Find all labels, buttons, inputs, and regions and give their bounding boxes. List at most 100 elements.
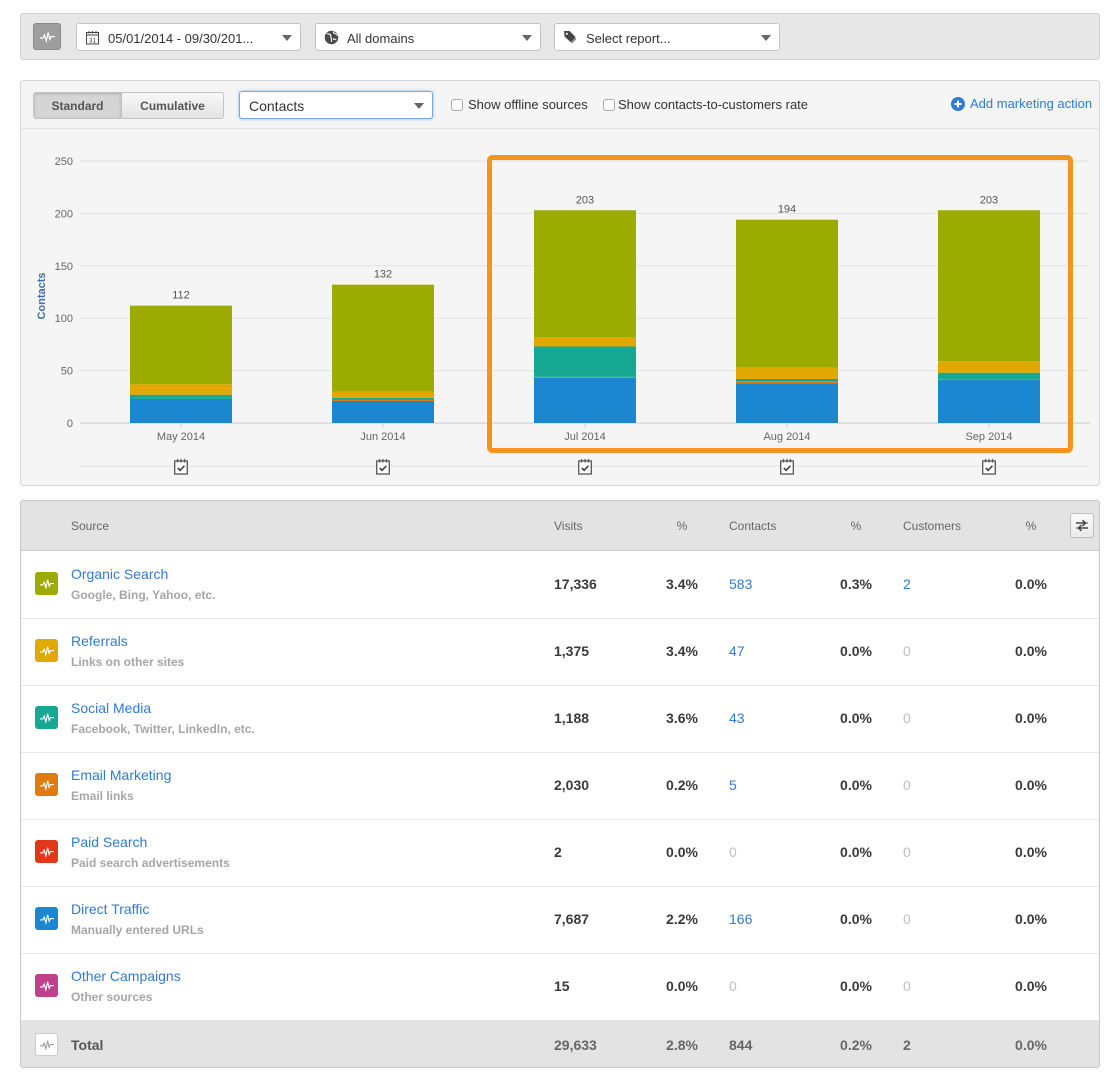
source-description: Manually entered URLs [71, 923, 204, 937]
pulse-icon [39, 31, 55, 43]
sources-report-button[interactable] [33, 23, 61, 50]
column-header-contacts[interactable]: Contacts [729, 519, 776, 533]
visits-pct-value: 0.0% [666, 978, 698, 994]
bar-segment-direct-traffic[interactable] [534, 377, 636, 423]
visits-value: 1,188 [554, 710, 590, 726]
bar-segment-social-media[interactable] [534, 346, 636, 377]
bar-segment-direct-traffic[interactable] [938, 380, 1040, 423]
contacts-value[interactable]: 43 [729, 710, 745, 726]
bar-stack-jul-2014[interactable] [534, 210, 636, 423]
source-name-link[interactable]: Direct Traffic [71, 901, 149, 917]
column-header-source[interactable]: Source [71, 519, 109, 533]
bar-segment-organic-search[interactable] [130, 305, 232, 385]
bar-segment-email-marketing[interactable] [736, 381, 838, 384]
bar-segment-social-media[interactable] [938, 372, 1040, 379]
report-dropdown[interactable]: Select report... [554, 23, 780, 51]
source-name-link[interactable]: Referrals [71, 633, 128, 649]
contacts-value: 0 [729, 844, 737, 860]
bar-stack-may-2014[interactable] [130, 305, 232, 423]
x-tick-label: Jul 2014 [564, 431, 606, 443]
source-row-organic-search: Organic Search Google, Bing, Yahoo, etc. 1… [21, 552, 1099, 619]
bar-segment-referrals[interactable] [130, 384, 232, 395]
pulse-icon [35, 840, 58, 863]
calendar-icon: 31 [86, 31, 99, 45]
domain-dropdown[interactable]: All domains [315, 23, 541, 51]
visits-pct-value: 0.2% [666, 777, 698, 793]
bar-segment-direct-traffic[interactable] [332, 400, 434, 423]
bar-segment-email-marketing[interactable] [332, 399, 434, 401]
source-name-link[interactable]: Email Marketing [71, 767, 171, 783]
bar-segment-social-media[interactable] [736, 378, 838, 382]
visits-value: 2 [554, 844, 562, 860]
bar-segment-email-marketing[interactable] [938, 378, 1040, 381]
bar-segment-social-media[interactable] [332, 397, 434, 400]
customers-value: 0 [903, 710, 911, 726]
y-tick-label: 150 [55, 261, 73, 273]
calendar-check-icon[interactable] [376, 458, 390, 475]
contacts-pct-value: 0.0% [840, 978, 872, 994]
bar-segment-social-media[interactable] [130, 394, 232, 399]
pulse-icon [35, 907, 58, 930]
source-row-social-media: Social Media Facebook, Twitter, LinkedIn,… [21, 686, 1099, 753]
visits-pct-value: 3.4% [666, 643, 698, 659]
source-description: Links on other sites [71, 655, 185, 669]
bar-segment-direct-traffic[interactable] [736, 383, 838, 423]
bar-segment-organic-search[interactable] [938, 210, 1040, 362]
contacts-value[interactable]: 166 [729, 911, 752, 927]
customers-value[interactable]: 2 [903, 576, 911, 592]
bar-stack-sep-2014[interactable] [938, 210, 1040, 423]
bar-segment-direct-traffic[interactable] [130, 398, 232, 423]
source-row-referrals: Referrals Links on other sites 1,375 3.4% 47… [21, 619, 1099, 686]
source-description: Google, Bing, Yahoo, etc. [71, 588, 216, 602]
source-name-link[interactable]: Paid Search [71, 834, 147, 850]
contacts-pct-value: 0.3% [840, 576, 872, 592]
bar-segment-email-marketing[interactable] [534, 376, 636, 378]
column-header-customers-pct[interactable]: % [1001, 519, 1061, 533]
source-name-link[interactable]: Other Campaigns [71, 968, 181, 984]
customers-pct-value: 0.0% [1015, 710, 1047, 726]
customers-value: 0 [903, 978, 911, 994]
bar-segment-referrals[interactable] [332, 391, 434, 398]
total-visits: 29,633 [554, 1037, 597, 1053]
bar-segment-referrals[interactable] [736, 367, 838, 379]
column-header-contacts-pct[interactable]: % [826, 519, 886, 533]
contacts-pct-value: 0.0% [840, 911, 872, 927]
bar-stack-aug-2014[interactable] [736, 219, 838, 423]
visits-pct-value: 3.4% [666, 576, 698, 592]
contacts-value[interactable]: 47 [729, 643, 745, 659]
total-contacts-pct: 0.2% [840, 1037, 872, 1053]
contacts-value[interactable]: 583 [729, 576, 752, 592]
visits-pct-value: 3.6% [666, 710, 698, 726]
bar-segment-organic-search[interactable] [534, 210, 636, 338]
date-range-value: 05/01/2014 - 09/30/201... [108, 31, 254, 46]
customers-pct-value: 0.0% [1015, 643, 1047, 659]
bar-total-label: 203 [980, 194, 998, 206]
source-row-paid-search: Paid Search Paid search advertisements 2 0.… [21, 820, 1099, 887]
bar-segment-referrals[interactable] [534, 337, 636, 347]
table-header: Source Visits % Contacts % Customers % [21, 501, 1099, 551]
x-tick-label: May 2014 [157, 431, 205, 443]
contacts-value[interactable]: 5 [729, 777, 737, 793]
y-tick-label: 100 [55, 313, 73, 325]
source-row-email-marketing: Email Marketing Email links 2,030 0.2% 5 0.0%… [21, 753, 1099, 820]
bar-segment-organic-search[interactable] [332, 284, 434, 392]
source-name-link[interactable]: Social Media [71, 700, 151, 716]
date-range-dropdown[interactable]: 31 05/01/2014 - 09/30/201... [76, 23, 301, 51]
calendar-check-icon[interactable] [982, 458, 996, 475]
bar-segment-organic-search[interactable] [736, 219, 838, 368]
column-header-customers[interactable]: Customers [903, 519, 961, 533]
domain-value: All domains [347, 31, 415, 46]
bar-segment-referrals[interactable] [938, 361, 1040, 373]
column-header-visits-pct[interactable]: % [652, 519, 712, 533]
y-axis-label: Contacts [36, 272, 48, 319]
column-header-visits[interactable]: Visits [554, 519, 582, 533]
calendar-check-icon[interactable] [578, 458, 592, 475]
calendar-check-icon[interactable] [174, 458, 188, 475]
customers-pct-value: 0.0% [1015, 576, 1047, 592]
globe-icon [324, 30, 339, 45]
calendar-check-icon[interactable] [780, 458, 794, 475]
source-name-link[interactable]: Organic Search [71, 566, 168, 582]
bar-stack-jun-2014[interactable] [332, 284, 434, 423]
bar-total-label: 112 [172, 290, 190, 302]
swap-columns-button[interactable] [1070, 513, 1094, 538]
